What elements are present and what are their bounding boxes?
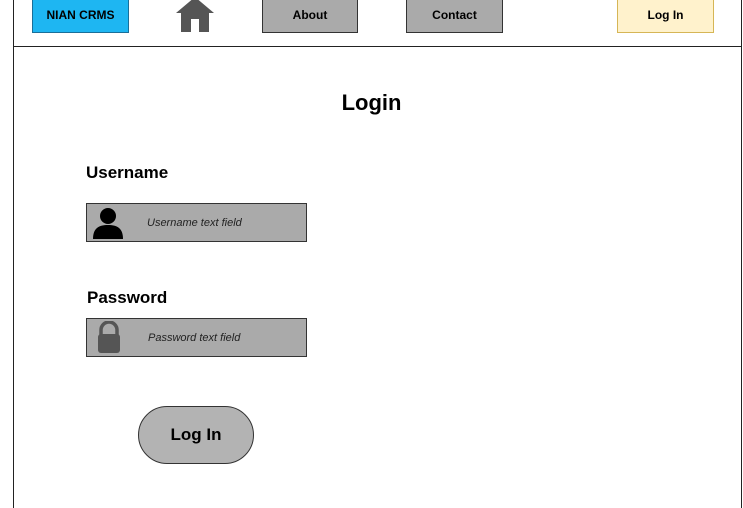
home-icon[interactable]: [176, 0, 214, 33]
about-button[interactable]: About: [262, 0, 358, 33]
brand-button[interactable]: NIAN CRMS: [32, 0, 129, 33]
contact-button[interactable]: Contact: [406, 0, 503, 33]
page-frame: [13, 0, 742, 508]
username-label: Username: [86, 163, 169, 182]
login-submit-button[interactable]: Log In: [138, 406, 254, 464]
lock-icon: [98, 321, 120, 353]
password-label: Password: [87, 288, 168, 307]
user-icon: [93, 208, 123, 239]
nav-login-button[interactable]: Log In: [617, 0, 714, 33]
page-title: Login: [341, 90, 402, 115]
header-divider: [13, 46, 742, 47]
password-placeholder: Password text field: [148, 331, 241, 344]
password-field[interactable]: Password text field: [86, 318, 307, 357]
username-field[interactable]: Username text field: [86, 203, 307, 242]
username-placeholder: Username text field: [147, 216, 242, 229]
